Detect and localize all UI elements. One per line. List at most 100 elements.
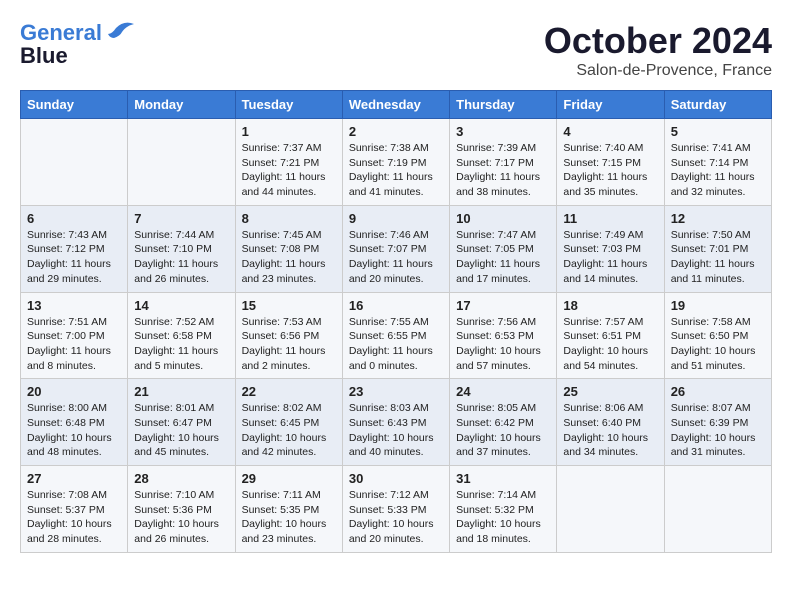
day-info: Sunrise: 7:55 AMSunset: 6:55 PMDaylight:… bbox=[349, 315, 443, 374]
day-info: Sunrise: 7:39 AMSunset: 7:17 PMDaylight:… bbox=[456, 141, 550, 200]
calendar-cell bbox=[664, 466, 771, 553]
day-info: Sunrise: 7:47 AMSunset: 7:05 PMDaylight:… bbox=[456, 228, 550, 287]
day-number: 2 bbox=[349, 124, 443, 139]
calendar-cell: 17 Sunrise: 7:56 AMSunset: 6:53 PMDayligh… bbox=[450, 292, 557, 379]
day-info: Sunrise: 8:03 AMSunset: 6:43 PMDaylight:… bbox=[349, 401, 443, 460]
day-number: 29 bbox=[242, 471, 336, 486]
day-number: 8 bbox=[242, 211, 336, 226]
calendar-cell: 12 Sunrise: 7:50 AMSunset: 7:01 PMDayligh… bbox=[664, 205, 771, 292]
day-info: Sunrise: 7:52 AMSunset: 6:58 PMDaylight:… bbox=[134, 315, 228, 374]
page-header: General Blue October 2024 Salon-de-Prove… bbox=[20, 20, 772, 80]
calendar-cell: 21 Sunrise: 8:01 AMSunset: 6:47 PMDayligh… bbox=[128, 379, 235, 466]
calendar-cell: 2 Sunrise: 7:38 AMSunset: 7:19 PMDaylight… bbox=[342, 119, 449, 206]
day-number: 6 bbox=[27, 211, 121, 226]
day-info: Sunrise: 8:06 AMSunset: 6:40 PMDaylight:… bbox=[563, 401, 657, 460]
weekday-header-row: SundayMondayTuesdayWednesdayThursdayFrid… bbox=[21, 91, 772, 119]
logo-general: General bbox=[20, 20, 102, 45]
calendar-cell: 25Sunrise: 8:06 AMSunset: 6:40 PMDayligh… bbox=[557, 379, 664, 466]
calendar-cell: 22 Sunrise: 8:02 AMSunset: 6:45 PMDayligh… bbox=[235, 379, 342, 466]
calendar-cell: 27 Sunrise: 7:08 AMSunset: 5:37 PMDayligh… bbox=[21, 466, 128, 553]
weekday-header-sunday: Sunday bbox=[21, 91, 128, 119]
calendar-cell: 29Sunrise: 7:11 AMSunset: 5:35 PMDayligh… bbox=[235, 466, 342, 553]
calendar-cell bbox=[557, 466, 664, 553]
weekday-header-wednesday: Wednesday bbox=[342, 91, 449, 119]
location: Salon-de-Provence, France bbox=[544, 62, 772, 80]
logo-bird-icon bbox=[106, 20, 134, 47]
day-number: 10 bbox=[456, 211, 550, 226]
week-row-1: 1 Sunrise: 7:37 AMSunset: 7:21 PMDaylight… bbox=[21, 119, 772, 206]
calendar-cell: 11 Sunrise: 7:49 AMSunset: 7:03 PMDayligh… bbox=[557, 205, 664, 292]
day-number: 14 bbox=[134, 298, 228, 313]
day-number: 7 bbox=[134, 211, 228, 226]
title-block: October 2024 Salon-de-Provence, France bbox=[544, 20, 772, 80]
calendar-cell: 15 Sunrise: 7:53 AMSunset: 6:56 PMDayligh… bbox=[235, 292, 342, 379]
calendar-cell: 24Sunrise: 8:05 AMSunset: 6:42 PMDayligh… bbox=[450, 379, 557, 466]
calendar-cell: 18 Sunrise: 7:57 AMSunset: 6:51 PMDayligh… bbox=[557, 292, 664, 379]
calendar-cell: 3 Sunrise: 7:39 AMSunset: 7:17 PMDaylight… bbox=[450, 119, 557, 206]
day-number: 3 bbox=[456, 124, 550, 139]
calendar-cell: 9Sunrise: 7:46 AMSunset: 7:07 PMDaylight… bbox=[342, 205, 449, 292]
day-info: Sunrise: 7:57 AMSunset: 6:51 PMDaylight:… bbox=[563, 315, 657, 374]
calendar-cell: 20Sunrise: 8:00 AMSunset: 6:48 PMDayligh… bbox=[21, 379, 128, 466]
day-number: 9 bbox=[349, 211, 443, 226]
calendar-cell: 16 Sunrise: 7:55 AMSunset: 6:55 PMDayligh… bbox=[342, 292, 449, 379]
month-title: October 2024 bbox=[544, 20, 772, 62]
calendar-cell: 5Sunrise: 7:41 AMSunset: 7:14 PMDaylight… bbox=[664, 119, 771, 206]
logo-blue: Blue bbox=[20, 43, 68, 69]
day-info: Sunrise: 7:58 AMSunset: 6:50 PMDaylight:… bbox=[671, 315, 765, 374]
calendar-cell: 6 Sunrise: 7:43 AMSunset: 7:12 PMDaylight… bbox=[21, 205, 128, 292]
day-info: Sunrise: 7:38 AMSunset: 7:19 PMDaylight:… bbox=[349, 141, 443, 200]
calendar-cell: 10 Sunrise: 7:47 AMSunset: 7:05 PMDayligh… bbox=[450, 205, 557, 292]
day-info: Sunrise: 7:08 AMSunset: 5:37 PMDaylight:… bbox=[27, 488, 121, 547]
day-number: 13 bbox=[27, 298, 121, 313]
day-info: Sunrise: 7:37 AMSunset: 7:21 PMDaylight:… bbox=[242, 141, 336, 200]
day-info: Sunrise: 7:43 AMSunset: 7:12 PMDaylight:… bbox=[27, 228, 121, 287]
day-info: Sunrise: 7:44 AMSunset: 7:10 PMDaylight:… bbox=[134, 228, 228, 287]
day-number: 20 bbox=[27, 384, 121, 399]
week-row-4: 20Sunrise: 8:00 AMSunset: 6:48 PMDayligh… bbox=[21, 379, 772, 466]
day-number: 22 bbox=[242, 384, 336, 399]
day-info: Sunrise: 8:02 AMSunset: 6:45 PMDaylight:… bbox=[242, 401, 336, 460]
day-number: 30 bbox=[349, 471, 443, 486]
day-number: 1 bbox=[242, 124, 336, 139]
calendar-cell: 14 Sunrise: 7:52 AMSunset: 6:58 PMDayligh… bbox=[128, 292, 235, 379]
logo-text: General bbox=[20, 21, 102, 45]
day-number: 15 bbox=[242, 298, 336, 313]
day-number: 18 bbox=[563, 298, 657, 313]
day-number: 19 bbox=[671, 298, 765, 313]
week-row-5: 27 Sunrise: 7:08 AMSunset: 5:37 PMDayligh… bbox=[21, 466, 772, 553]
day-info: Sunrise: 8:05 AMSunset: 6:42 PMDaylight:… bbox=[456, 401, 550, 460]
weekday-header-thursday: Thursday bbox=[450, 91, 557, 119]
day-number: 16 bbox=[349, 298, 443, 313]
day-info: Sunrise: 7:53 AMSunset: 6:56 PMDaylight:… bbox=[242, 315, 336, 374]
day-number: 17 bbox=[456, 298, 550, 313]
calendar-cell: 8 Sunrise: 7:45 AMSunset: 7:08 PMDaylight… bbox=[235, 205, 342, 292]
day-number: 27 bbox=[27, 471, 121, 486]
week-row-2: 6 Sunrise: 7:43 AMSunset: 7:12 PMDaylight… bbox=[21, 205, 772, 292]
day-info: Sunrise: 8:07 AMSunset: 6:39 PMDaylight:… bbox=[671, 401, 765, 460]
day-info: Sunrise: 7:49 AMSunset: 7:03 PMDaylight:… bbox=[563, 228, 657, 287]
day-number: 4 bbox=[563, 124, 657, 139]
day-number: 12 bbox=[671, 211, 765, 226]
calendar-cell: 26 Sunrise: 8:07 AMSunset: 6:39 PMDayligh… bbox=[664, 379, 771, 466]
calendar-cell: 1 Sunrise: 7:37 AMSunset: 7:21 PMDaylight… bbox=[235, 119, 342, 206]
weekday-header-friday: Friday bbox=[557, 91, 664, 119]
day-info: Sunrise: 8:01 AMSunset: 6:47 PMDaylight:… bbox=[134, 401, 228, 460]
calendar-cell bbox=[21, 119, 128, 206]
day-number: 23 bbox=[349, 384, 443, 399]
calendar-cell: 31 Sunrise: 7:14 AMSunset: 5:32 PMDayligh… bbox=[450, 466, 557, 553]
day-info: Sunrise: 7:56 AMSunset: 6:53 PMDaylight:… bbox=[456, 315, 550, 374]
day-number: 26 bbox=[671, 384, 765, 399]
day-number: 11 bbox=[563, 211, 657, 226]
day-info: Sunrise: 7:45 AMSunset: 7:08 PMDaylight:… bbox=[242, 228, 336, 287]
calendar-cell: 28Sunrise: 7:10 AMSunset: 5:36 PMDayligh… bbox=[128, 466, 235, 553]
calendar-cell: 13 Sunrise: 7:51 AMSunset: 7:00 PMDayligh… bbox=[21, 292, 128, 379]
day-info: Sunrise: 7:14 AMSunset: 5:32 PMDaylight:… bbox=[456, 488, 550, 547]
day-number: 31 bbox=[456, 471, 550, 486]
day-number: 21 bbox=[134, 384, 228, 399]
calendar-cell: 7 Sunrise: 7:44 AMSunset: 7:10 PMDaylight… bbox=[128, 205, 235, 292]
day-info: Sunrise: 7:50 AMSunset: 7:01 PMDaylight:… bbox=[671, 228, 765, 287]
day-info: Sunrise: 7:41 AMSunset: 7:14 PMDaylight:… bbox=[671, 141, 765, 200]
day-info: Sunrise: 7:51 AMSunset: 7:00 PMDaylight:… bbox=[27, 315, 121, 374]
day-info: Sunrise: 7:40 AMSunset: 7:15 PMDaylight:… bbox=[563, 141, 657, 200]
